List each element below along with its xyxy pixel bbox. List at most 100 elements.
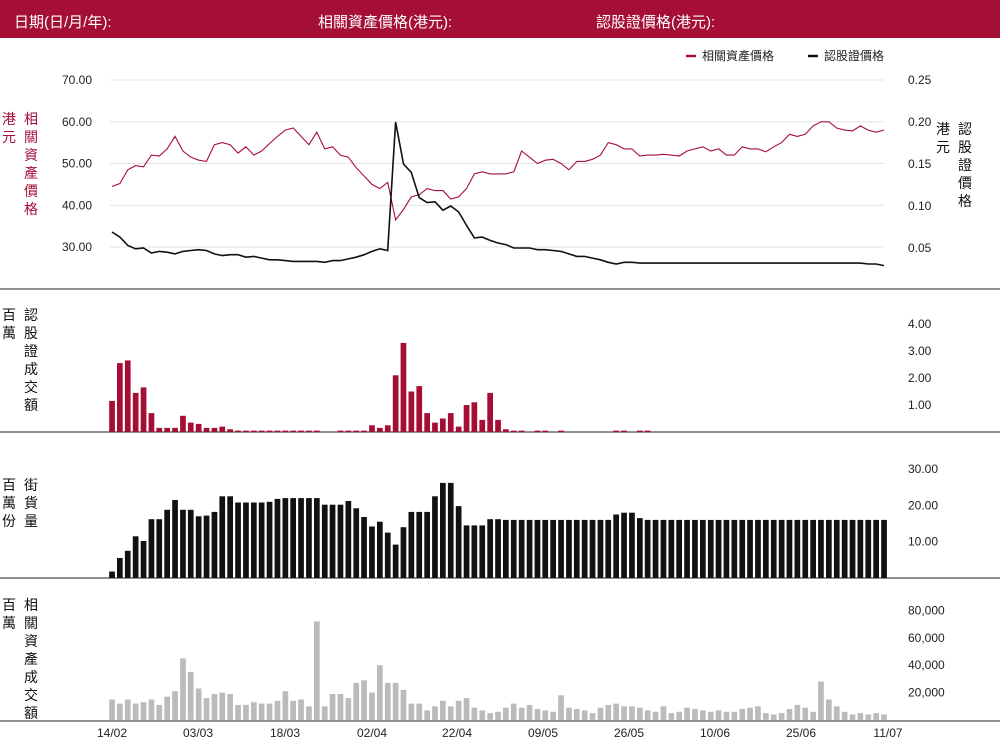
outstanding-bar <box>432 496 438 578</box>
axis-label-char: 成 <box>24 669 38 685</box>
outstanding-bar <box>794 519 801 578</box>
underlying-turnover-bar <box>227 694 233 720</box>
outstanding-bar <box>195 516 202 578</box>
y-tick-underlying-turnover: 60,000 <box>908 631 945 645</box>
outstanding-bar <box>337 504 344 578</box>
underlying-turnover-bar <box>810 711 816 720</box>
axis-label-char: 港 <box>2 111 16 127</box>
outstanding-bar <box>692 519 698 578</box>
underlying-turnover-bar <box>455 700 462 720</box>
underlying-turnover-bar <box>794 704 801 720</box>
underlying-turnover-bar <box>668 713 675 720</box>
underlying-turnover-bar <box>109 699 115 720</box>
outstanding-bar <box>613 514 619 578</box>
outstanding-bar <box>581 519 588 578</box>
outstanding-bar <box>833 519 840 578</box>
outstanding-bar <box>518 519 525 578</box>
warrant-turnover-bar <box>361 430 367 432</box>
underlying-turnover-bar <box>849 714 856 720</box>
legend-warrant: 認股證價格 <box>824 48 884 63</box>
warrant-turnover-bar <box>243 430 249 432</box>
warrant-turnover-bar <box>211 427 218 432</box>
outstanding-bar <box>644 519 651 578</box>
underlying-turnover-bar <box>550 711 556 720</box>
axis-label-char: 認 <box>24 307 38 323</box>
underlying-turnover-bar <box>353 683 360 720</box>
axis-label-char: 相 <box>24 111 38 127</box>
warrant-turnover-bar <box>440 418 446 432</box>
y-tick-right: 0.05 <box>908 241 932 255</box>
outstanding-bar <box>124 550 131 578</box>
y-tick-right: 0.20 <box>908 115 932 129</box>
axis-label-char: 港 <box>936 121 950 137</box>
x-tick: 22/04 <box>442 726 472 740</box>
outstanding-bar <box>266 501 273 578</box>
outstanding-bar <box>164 509 170 578</box>
axis-label-char: 相 <box>24 597 38 613</box>
outstanding-bar <box>723 519 730 578</box>
outstanding-bar <box>629 512 635 578</box>
axis-label-char: 關 <box>24 129 38 145</box>
outstanding-bar <box>700 519 706 578</box>
underlying-turnover-bar <box>345 698 352 720</box>
underlying-turnover-bar <box>384 683 391 720</box>
warrant-turnover-bar <box>180 415 186 432</box>
underlying-turnover-bar <box>314 621 320 720</box>
y-tick-warrant-turnover: 2.00 <box>908 371 932 385</box>
warrant-turnover-bar <box>164 427 170 432</box>
outstanding-bar <box>676 519 682 578</box>
underlying-turnover-bar <box>573 709 580 720</box>
underlying-turnover-bar <box>274 700 281 720</box>
axis-label-char: 資 <box>24 633 38 649</box>
warrant-turnover-bar <box>369 425 375 433</box>
y-tick-right: 0.15 <box>908 157 932 171</box>
underlying-turnover-bar <box>723 711 730 720</box>
header-bar: 日期(日/月/年): 相關資產價格(港元): 認股證價格(港元): <box>0 0 1000 38</box>
y-tick-left: 40.00 <box>62 198 92 212</box>
underlying-turnover-bar <box>251 702 257 720</box>
warrant-turnover-bar <box>235 430 241 432</box>
outstanding-bar <box>117 558 123 578</box>
underlying-turnover-bar <box>715 710 722 720</box>
outstanding-bar <box>290 498 296 578</box>
underlying-turnover-bar <box>558 695 564 720</box>
underlying-turnover-bar <box>282 691 289 720</box>
axis-label-char: 貨 <box>24 495 38 511</box>
underlying-turnover-bar <box>447 706 454 720</box>
y-axis-label-underlying-turnover: 相關資產成交額 百萬 <box>2 597 38 721</box>
outstanding-bar <box>251 502 257 578</box>
underlying-turnover-bar <box>432 706 438 720</box>
outstanding-bar <box>219 496 226 578</box>
underlying-turnover-bar <box>597 707 604 720</box>
warrant-turnover-bar <box>124 360 131 432</box>
x-tick: 25/06 <box>786 726 816 740</box>
warrant-turnover-bar <box>384 425 391 433</box>
warrant-chart: 30.00 40.00 50.00 60.00 70.00 0.05 0.10 0.15 0.2… <box>0 48 1000 740</box>
underlying-turnover-bar <box>156 704 163 720</box>
warrant-turnover-bar <box>487 392 493 432</box>
underlying-turnover-bar <box>258 703 265 720</box>
underlying-turnover-bar <box>471 707 478 720</box>
outstanding-bar <box>203 515 210 578</box>
underlying-turnover-bar <box>818 681 824 720</box>
axis-label-char: 格 <box>958 193 972 209</box>
underlying-turnover-bar <box>164 696 170 720</box>
warrant-turnover-bar <box>471 402 478 432</box>
outstanding-bar <box>361 517 367 578</box>
underlying-turnover-bar <box>148 699 155 720</box>
underlying-turnover-bar <box>755 706 761 720</box>
y-tick-outstanding: 20.00 <box>908 498 938 512</box>
warrant-turnover-bar <box>132 392 139 432</box>
outstanding-bar <box>881 519 887 578</box>
warrant-turnover-bar <box>290 430 296 432</box>
underlying-turnover-bar <box>361 680 367 720</box>
outstanding-bar <box>416 511 423 578</box>
outstanding-bar <box>227 496 233 578</box>
outstanding-bar <box>471 525 478 578</box>
underlying-turnover-bar <box>684 707 690 720</box>
outstanding-bar <box>447 482 454 578</box>
underlying-turnover-bar <box>763 713 769 720</box>
underlying-turnover-bar <box>621 706 627 720</box>
outstanding-bar <box>172 500 178 578</box>
outstanding-bar <box>487 519 493 578</box>
